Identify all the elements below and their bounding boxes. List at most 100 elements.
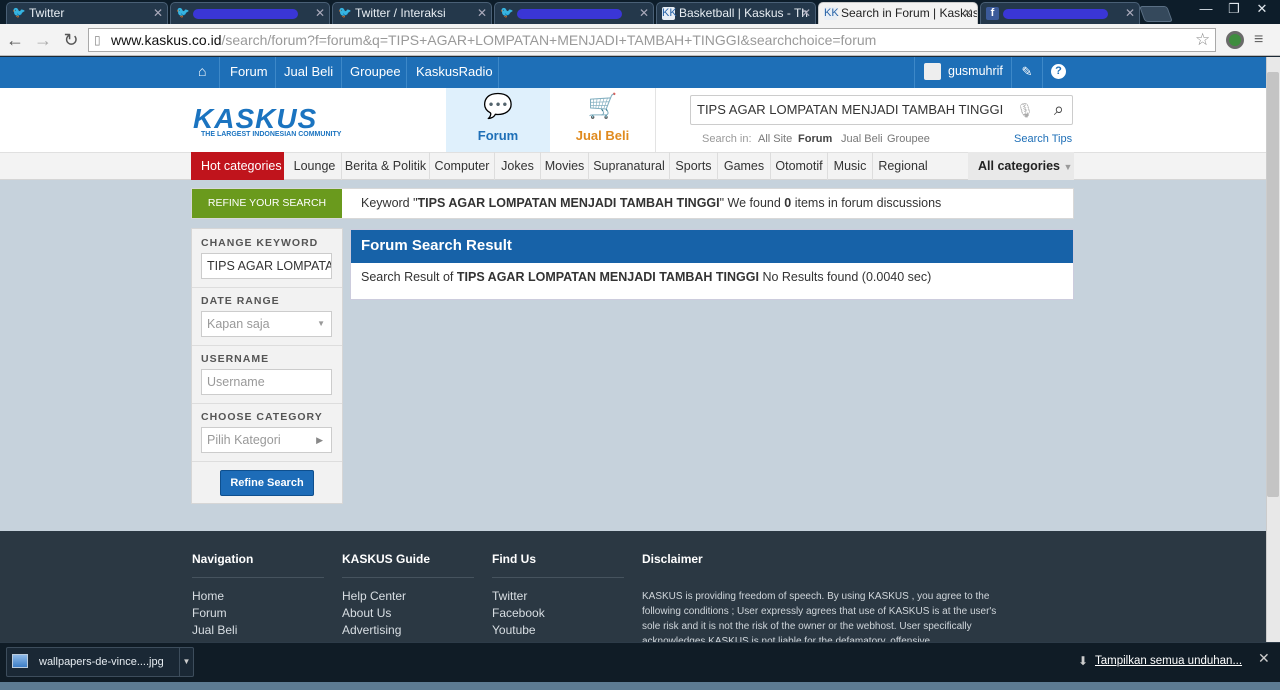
close-icon[interactable]: ✕ bbox=[477, 3, 487, 23]
category-games[interactable]: Games bbox=[718, 152, 771, 180]
all-categories-dropdown[interactable]: All categories ▼ bbox=[968, 152, 1074, 180]
tab-search-in-forum[interactable]: KK Search in Forum | Kaskus ✕ bbox=[818, 2, 978, 24]
reload-icon[interactable]: ↻ bbox=[60, 29, 82, 51]
username-field[interactable]: Username bbox=[201, 369, 332, 395]
date-range-select[interactable]: Kapan saja ▼ bbox=[201, 311, 332, 337]
keyword-field[interactable]: TIPS AGAR LOMPATAN MENJADI TAMBAH TINGGI bbox=[201, 253, 332, 279]
redacted-title bbox=[1003, 8, 1108, 19]
bookmark-star-icon[interactable]: ☆ bbox=[1195, 28, 1215, 52]
maximize-icon[interactable]: ❐ bbox=[1220, 0, 1248, 20]
chevron-right-icon: ▶ bbox=[316, 435, 323, 445]
close-icon[interactable]: ✕ bbox=[315, 3, 325, 23]
minimize-icon[interactable]: — bbox=[1192, 0, 1220, 20]
category-regional[interactable]: Regional bbox=[873, 152, 933, 180]
footer-link-forum[interactable]: Forum bbox=[192, 606, 227, 620]
tab-twitter[interactable]: 🐦 Twitter ✕ bbox=[6, 2, 168, 24]
close-icon[interactable]: ✕ bbox=[153, 3, 163, 23]
category-select[interactable]: Pilih Kategori ▶ bbox=[201, 427, 332, 453]
new-tab-button[interactable] bbox=[1139, 6, 1173, 22]
footer-link-help-center[interactable]: Help Center bbox=[342, 589, 406, 603]
download-arrow-icon: ⬇ bbox=[1078, 654, 1089, 668]
footer-link-twitter[interactable]: Twitter bbox=[492, 589, 527, 603]
download-filename: wallpapers-de-vince....jpg bbox=[39, 656, 164, 668]
footer-link-youtube[interactable]: Youtube bbox=[492, 623, 536, 637]
search-option-groupee[interactable]: Groupee bbox=[887, 133, 930, 145]
avatar[interactable] bbox=[924, 63, 941, 80]
show-all-downloads-link[interactable]: Tampilkan semua unduhan... bbox=[1095, 655, 1242, 667]
jualbeli-tab[interactable]: 🛒 Jual Beli bbox=[550, 88, 656, 152]
divider bbox=[341, 57, 342, 88]
search-value: TIPS AGAR LOMPATAN MENJADI TAMBAH TINGGI bbox=[697, 102, 1004, 117]
twitter-icon: 🐦 bbox=[176, 7, 190, 19]
category-sports[interactable]: Sports bbox=[670, 152, 718, 180]
divider bbox=[275, 57, 276, 88]
edit-pencil-icon[interactable]: ✎ bbox=[1019, 57, 1035, 88]
help-icon[interactable]: ? bbox=[1051, 64, 1066, 79]
footer-link-advertising[interactable]: Advertising bbox=[342, 623, 401, 637]
download-item[interactable]: wallpapers-de-vince....jpg ▼ bbox=[6, 647, 194, 677]
forum-tab[interactable]: 💬 Forum bbox=[446, 88, 550, 152]
category-supranatural[interactable]: Supranatural bbox=[589, 152, 670, 180]
category-computer[interactable]: Computer bbox=[430, 152, 495, 180]
extension-icon[interactable] bbox=[1226, 31, 1244, 49]
category-music[interactable]: Music bbox=[828, 152, 873, 180]
category-value: Pilih Kategori bbox=[207, 433, 281, 447]
redacted-title bbox=[517, 8, 622, 19]
tab-title: Basketball | Kaskus - Th bbox=[679, 6, 808, 20]
tab-basketball-kaskus[interactable]: KK Basketball | Kaskus - Th ✕ bbox=[656, 2, 816, 24]
tab-twitter-interaksi[interactable]: 🐦 Twitter / Interaksi ✕ bbox=[332, 2, 492, 24]
menu-icon[interactable]: ≡ bbox=[1254, 28, 1263, 52]
address-bar[interactable]: ▯ www.kaskus.co.id/search/forum?f=forum&… bbox=[88, 28, 1216, 52]
search-tips-link[interactable]: Search Tips bbox=[1014, 133, 1072, 145]
footer-link-facebook[interactable]: Facebook bbox=[492, 606, 545, 620]
tab-redacted-1[interactable]: 🐦 ✕ bbox=[170, 2, 330, 24]
search-option-all-site[interactable]: All Site bbox=[758, 133, 792, 145]
category-jokes[interactable]: Jokes bbox=[495, 152, 541, 180]
topnav-kaskusradio[interactable]: KaskusRadio bbox=[416, 57, 493, 88]
close-icon[interactable]: ✕ bbox=[639, 3, 649, 23]
tab-redacted-2[interactable]: 🐦 ✕ bbox=[494, 2, 654, 24]
forward-icon[interactable]: → bbox=[32, 29, 54, 51]
os-taskbar bbox=[0, 682, 1280, 690]
footer-navigation-title: Navigation bbox=[192, 552, 254, 566]
result-suffix: No Results found (0.0040 sec) bbox=[758, 270, 932, 284]
category-berita-politik[interactable]: Berita & Politik bbox=[342, 152, 430, 180]
close-icon[interactable]: ✕ bbox=[1125, 3, 1135, 23]
divider bbox=[1011, 57, 1012, 88]
tab-title: Twitter bbox=[29, 6, 65, 20]
category-lounge[interactable]: Lounge bbox=[288, 152, 342, 180]
search-option-forum[interactable]: Forum bbox=[798, 133, 832, 145]
tab-redacted-facebook[interactable]: f ✕ bbox=[980, 2, 1140, 24]
footer-link-home[interactable]: Home bbox=[192, 589, 224, 603]
category-movies[interactable]: Movies bbox=[541, 152, 589, 180]
window-close-icon[interactable]: ✕ bbox=[1248, 0, 1276, 20]
refine-search-button[interactable]: Refine Search bbox=[220, 470, 314, 496]
kaskus-logo[interactable]: KASKUS bbox=[193, 103, 363, 134]
category-otomotif[interactable]: Otomotif bbox=[771, 152, 828, 180]
chevron-down-icon: ▼ bbox=[1063, 162, 1073, 172]
chevron-down-icon[interactable]: ▼ bbox=[179, 648, 193, 676]
hot-categories-button[interactable]: Hot categories bbox=[191, 152, 284, 180]
close-icon[interactable]: ✕ bbox=[1258, 650, 1270, 667]
footer-link-jualbeli[interactable]: Jual Beli bbox=[192, 623, 237, 637]
footer-guide-title: KASKUS Guide bbox=[342, 552, 431, 566]
close-icon[interactable]: ✕ bbox=[963, 3, 973, 23]
topnav-forum[interactable]: Forum bbox=[230, 57, 268, 88]
date-range-value: Kapan saja bbox=[207, 317, 270, 331]
jualbeli-tab-label: Jual Beli bbox=[575, 128, 630, 143]
search-input[interactable]: TIPS AGAR LOMPATAN MENJADI TAMBAH TINGGI… bbox=[690, 95, 1073, 125]
page-footer bbox=[0, 531, 1266, 642]
topnav-jualbeli[interactable]: Jual Beli bbox=[284, 57, 333, 88]
search-option-jualbeli[interactable]: Jual Beli bbox=[841, 133, 883, 145]
microphone-icon[interactable]: 🎙 bbox=[1016, 96, 1034, 124]
divider bbox=[192, 403, 342, 404]
scrollbar-thumb[interactable] bbox=[1267, 72, 1279, 497]
back-icon[interactable]: ← bbox=[4, 29, 26, 51]
username-link[interactable]: gusmuhrif bbox=[948, 57, 1003, 88]
footer-link-about-us[interactable]: About Us bbox=[342, 606, 391, 620]
home-icon[interactable]: ⌂ bbox=[198, 57, 214, 88]
search-icon[interactable]: ⌕ bbox=[1054, 95, 1064, 123]
topnav-groupee[interactable]: Groupee bbox=[350, 57, 401, 88]
close-icon[interactable]: ✕ bbox=[801, 3, 811, 23]
url-host: www.kaskus.co.id bbox=[111, 32, 222, 48]
